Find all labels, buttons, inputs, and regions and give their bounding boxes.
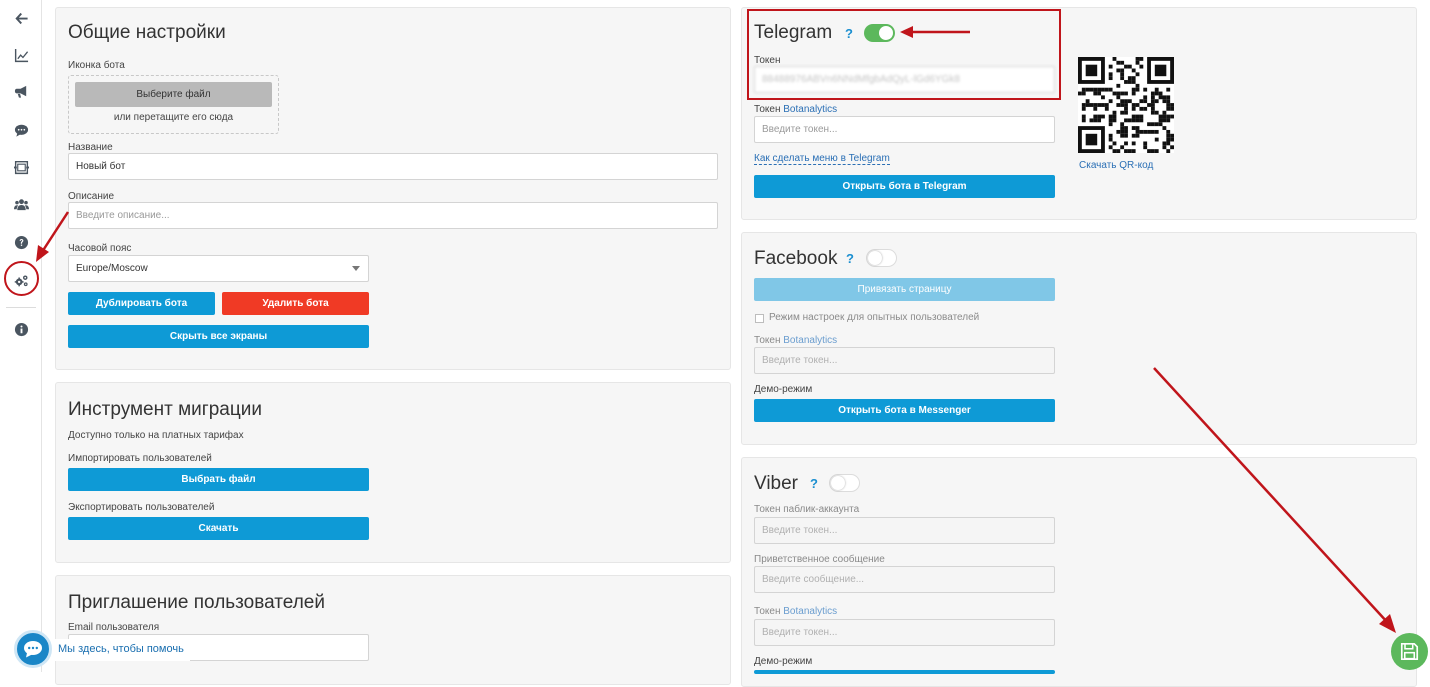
qr-code-image	[1078, 57, 1174, 153]
botanalytics-link[interactable]: Botanalytics	[783, 104, 837, 115]
invite-email-label: Email пользователя	[68, 622, 160, 633]
timezone-value: Europe/Moscow	[76, 263, 148, 274]
telegram-token-label: Токен	[754, 55, 781, 66]
delete-bot-button[interactable]: Удалить бота	[222, 292, 369, 315]
facebook-botanalytics-input[interactable]: Введите токен...	[754, 347, 1055, 374]
facebook-demo-label: Демо-режим	[754, 384, 813, 395]
viber-public-token-input[interactable]: Введите токен...	[754, 517, 1055, 544]
telegram-title: Telegram	[754, 22, 833, 43]
chart-line-icon[interactable]	[11, 45, 31, 65]
description-textarea[interactable]: Введите описание...	[68, 202, 718, 229]
chat-bubble-icon[interactable]	[11, 120, 31, 140]
save-button[interactable]	[1391, 633, 1428, 670]
facebook-help-icon[interactable]: ?	[846, 251, 854, 266]
chat-widget-button[interactable]	[14, 630, 52, 668]
chat-bubble-icon	[24, 641, 42, 658]
token-word: Токен	[754, 335, 781, 346]
open-messenger-button[interactable]: Открыть бота в Messenger	[754, 399, 1055, 422]
telegram-token-input[interactable]: 88488976ABVn6NNdMfgbAdQyL-lGd6YGk8	[754, 66, 1055, 93]
migration-note: Доступно только на платных тарифах	[68, 430, 244, 441]
viber-botanalytics-input[interactable]: Введите токен...	[754, 619, 1055, 646]
toggle-knob	[879, 26, 893, 40]
toggle-knob	[831, 476, 845, 490]
facebook-title: Facebook	[754, 248, 838, 269]
botanalytics-link[interactable]: Botanalytics	[783, 335, 837, 346]
floppy-disk-icon	[1400, 642, 1419, 661]
telegram-botanalytics-label: Токен Botanalytics	[754, 104, 837, 115]
open-telegram-button[interactable]: Открыть бота в Telegram	[754, 175, 1055, 198]
viber-welcome-label: Приветственное сообщение	[754, 554, 885, 565]
timezone-select[interactable]: Europe/Moscow	[68, 255, 369, 282]
export-download-button[interactable]: Скачать	[68, 517, 369, 540]
users-icon[interactable]	[11, 194, 31, 214]
bind-page-button[interactable]: Привязать страницу	[754, 278, 1055, 301]
sidebar-divider	[6, 307, 36, 308]
hide-all-screens-button[interactable]: Скрыть все экраны	[68, 325, 369, 348]
gears-icon[interactable]	[11, 270, 31, 290]
download-qr-link[interactable]: Скачать QR-код	[1079, 160, 1153, 171]
help-icon[interactable]	[11, 232, 31, 252]
viber-open-button[interactable]	[754, 670, 1055, 674]
telegram-toggle[interactable]	[864, 24, 895, 42]
bot-name-input[interactable]: Новый бот	[68, 153, 718, 180]
facebook-botanalytics-label: Токен Botanalytics	[754, 335, 837, 346]
migration-title: Инструмент миграции	[68, 399, 262, 420]
expert-mode-checkbox[interactable]	[755, 314, 764, 323]
telegram-menu-link[interactable]: Как сделать меню в Telegram	[754, 153, 890, 165]
info-icon[interactable]	[11, 319, 31, 339]
screens-icon[interactable]	[11, 157, 31, 177]
arrow-left-icon[interactable]	[11, 8, 31, 28]
toggle-knob	[868, 251, 882, 265]
import-file-button[interactable]: Выбрать файл	[68, 468, 369, 491]
general-settings-panel	[55, 7, 731, 370]
bot-icon-label: Иконка бота	[68, 60, 125, 71]
facebook-toggle[interactable]	[866, 249, 897, 267]
name-label: Название	[68, 142, 113, 153]
chevron-down-icon	[352, 266, 360, 271]
export-users-label: Экспортировать пользователей	[68, 502, 215, 513]
viber-toggle[interactable]	[829, 474, 860, 492]
viber-welcome-textarea[interactable]: Введите сообщение...	[754, 566, 1055, 593]
viber-demo-label: Демо-режим	[754, 656, 813, 667]
megaphone-icon[interactable]	[11, 81, 31, 101]
drag-hint: или перетащите его сюда	[113, 112, 234, 123]
viber-botanalytics-label: Токен Botanalytics	[754, 606, 837, 617]
description-label: Описание	[68, 191, 115, 202]
choose-file-button[interactable]: Выберите файл	[75, 82, 272, 107]
sidebar	[0, 0, 42, 672]
botanalytics-link[interactable]: Botanalytics	[783, 606, 837, 617]
token-word: Токен	[754, 606, 781, 617]
viber-title: Viber	[754, 473, 799, 494]
expert-mode-label: Режим настроек для опытных пользователей	[769, 312, 980, 323]
import-users-label: Импортировать пользователей	[68, 453, 212, 464]
telegram-botanalytics-input[interactable]: Введите токен...	[754, 116, 1055, 143]
telegram-help-icon[interactable]: ?	[845, 26, 853, 41]
chat-widget-text[interactable]: Мы здесь, чтобы помочь	[52, 639, 190, 661]
viber-help-icon[interactable]: ?	[810, 476, 818, 491]
timezone-label: Часовой пояс	[68, 243, 132, 254]
token-word: Токен	[754, 104, 781, 115]
general-settings-title: Общие настройки	[68, 22, 226, 43]
duplicate-bot-button[interactable]: Дублировать бота	[68, 292, 215, 315]
invite-title: Приглашение пользователей	[68, 592, 325, 613]
viber-public-token-label: Токен паблик-аккаунта	[754, 504, 860, 515]
